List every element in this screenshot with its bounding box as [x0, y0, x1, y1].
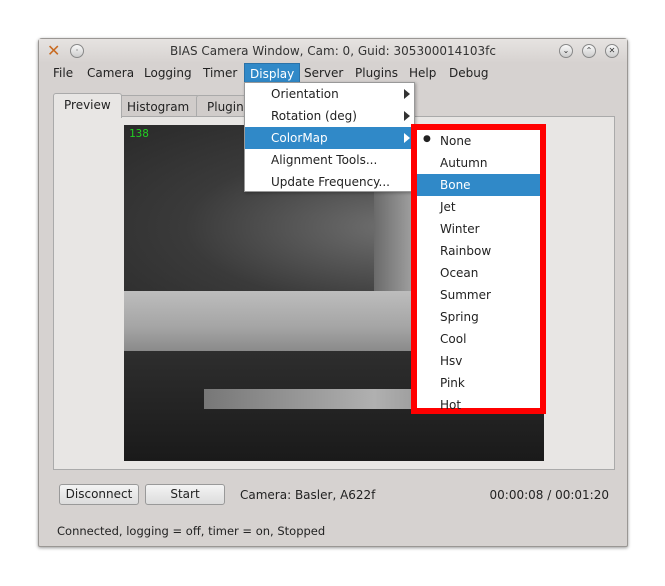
menu-item-label: Rotation (deg)	[271, 109, 357, 123]
menu-item-label: ColorMap	[271, 131, 328, 145]
window-title: BIAS Camera Window, Cam: 0, Guid: 305300…	[170, 44, 496, 58]
colormap-item-label: Hot	[440, 398, 462, 412]
camera-info: Camera: Basler, A622f	[240, 488, 376, 502]
frame-count: 138	[129, 127, 149, 140]
timer-readout: 00:00:08 / 00:01:20	[489, 488, 609, 502]
colormap-item-autumn[interactable]: Autumn	[417, 152, 540, 174]
colormap-item-label: Bone	[440, 178, 471, 192]
colormap-item-label: Hsv	[440, 354, 463, 368]
colormap-item-label: Pink	[440, 376, 465, 390]
colormap-item-label: Cool	[440, 332, 467, 346]
colormap-item-label: Summer	[440, 288, 491, 302]
colormap-item-jet[interactable]: Jet	[417, 196, 540, 218]
colormap-item-cool[interactable]: Cool	[417, 328, 540, 350]
menu-item-rotation[interactable]: Rotation (deg)	[245, 105, 414, 127]
colormap-item-label: Autumn	[440, 156, 488, 170]
colormap-item-label: None	[440, 134, 472, 148]
colormap-item-bone[interactable]: Bone	[417, 174, 540, 196]
colormap-submenu: ● None Autumn Bone Jet Winter Rainbow Ocean Summ…	[411, 124, 546, 414]
colormap-item-hsv[interactable]: Hsv	[417, 350, 540, 372]
submenu-arrow-icon	[404, 133, 410, 143]
colormap-item-label: Winter	[440, 222, 480, 236]
submenu-arrow-icon	[404, 111, 410, 121]
colormap-item-rainbow[interactable]: Rainbow	[417, 240, 540, 262]
menu-item-label: Alignment Tools...	[271, 153, 378, 167]
colormap-item-label: Spring	[440, 310, 479, 324]
colormap-item-label: Rainbow	[440, 244, 492, 258]
menu-bar: File Camera Logging Timer Display Server…	[39, 63, 627, 83]
colormap-item-hot[interactable]: Hot	[417, 394, 540, 416]
minimize-button[interactable]: ⌄	[559, 44, 573, 58]
colormap-item-ocean[interactable]: Ocean	[417, 262, 540, 284]
colormap-item-spring[interactable]: Spring	[417, 306, 540, 328]
title-bar: ✕ · BIAS Camera Window, Cam: 0, Guid: 30…	[39, 39, 627, 63]
tab-preview[interactable]: Preview	[53, 93, 122, 118]
close-button[interactable]: ✕	[605, 44, 619, 58]
colormap-item-pink[interactable]: Pink	[417, 372, 540, 394]
disconnect-button[interactable]: Disconnect	[59, 484, 139, 505]
menu-camera[interactable]: Camera	[87, 66, 134, 80]
radio-check-icon: ●	[423, 134, 431, 144]
start-button[interactable]: Start	[145, 484, 225, 505]
colormap-item-label: Jet	[440, 200, 456, 214]
colormap-item-none[interactable]: ● None	[417, 130, 540, 152]
menu-debug[interactable]: Debug	[449, 66, 488, 80]
menu-item-colormap[interactable]: ColorMap	[245, 127, 414, 149]
maximize-button[interactable]: ⌃	[582, 44, 596, 58]
menu-help[interactable]: Help	[409, 66, 436, 80]
menu-display[interactable]: Display	[244, 63, 301, 83]
tab-histogram[interactable]: Histogram	[116, 95, 201, 117]
display-menu: Orientation Rotation (deg) ColorMap Alig…	[244, 82, 415, 192]
menu-logging[interactable]: Logging	[144, 66, 192, 80]
menu-file[interactable]: File	[53, 66, 73, 80]
colormap-item-winter[interactable]: Winter	[417, 218, 540, 240]
colormap-item-label: Ocean	[440, 266, 479, 280]
menu-item-label: Orientation	[271, 87, 339, 101]
colormap-item-summer[interactable]: Summer	[417, 284, 540, 306]
menu-server[interactable]: Server	[304, 66, 343, 80]
menu-item-alignment-tools[interactable]: Alignment Tools...	[245, 149, 414, 171]
submenu-arrow-icon	[404, 89, 410, 99]
menu-timer[interactable]: Timer	[203, 66, 237, 80]
menu-item-update-frequency[interactable]: Update Frequency...	[245, 171, 414, 193]
menu-item-orientation[interactable]: Orientation	[245, 83, 414, 105]
menu-plugins[interactable]: Plugins	[355, 66, 398, 80]
menu-item-label: Update Frequency...	[271, 175, 390, 189]
status-bar: Connected, logging = off, timer = on, St…	[57, 524, 326, 538]
